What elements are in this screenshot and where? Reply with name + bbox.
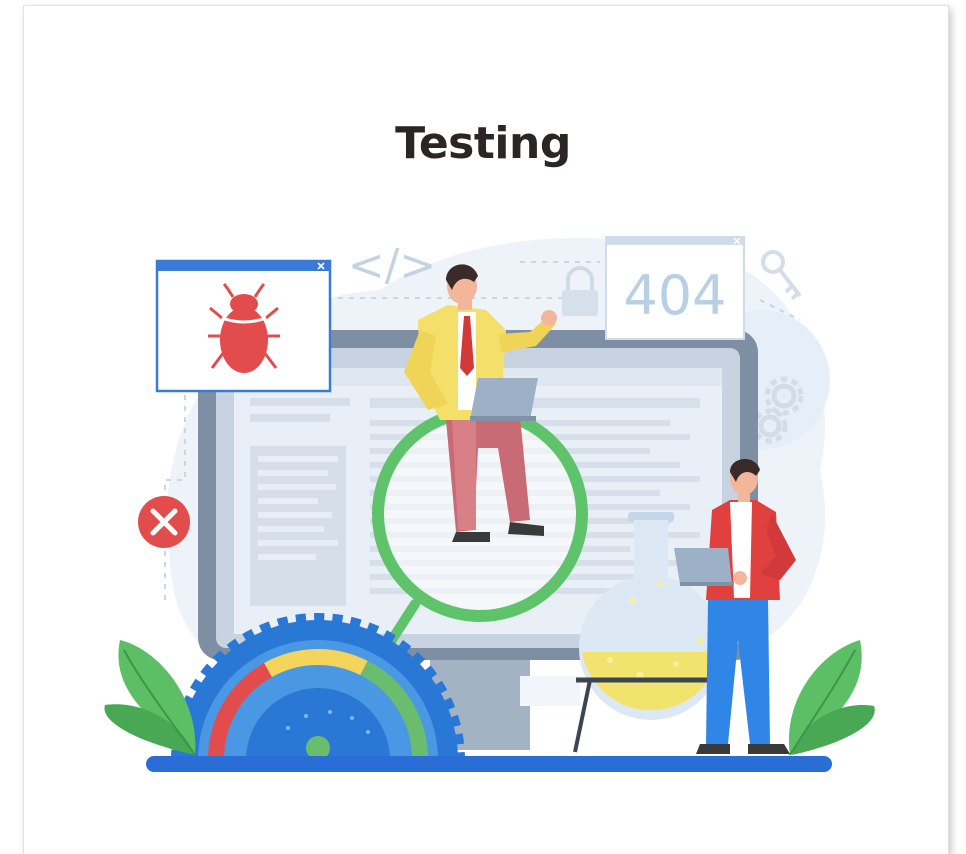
ground-bar <box>146 756 832 772</box>
error-x-icon <box>138 496 190 548</box>
leaf-icon <box>788 640 875 756</box>
bug-window <box>155 259 332 393</box>
leaf-icon <box>104 640 196 756</box>
code-tag-icon: </> <box>348 240 437 291</box>
error-404-window: 404 <box>605 236 745 340</box>
code-tag-text: </> <box>348 240 437 291</box>
testing-illustration: </> 404 <box>104 236 875 772</box>
error-code: 404 <box>623 264 726 327</box>
